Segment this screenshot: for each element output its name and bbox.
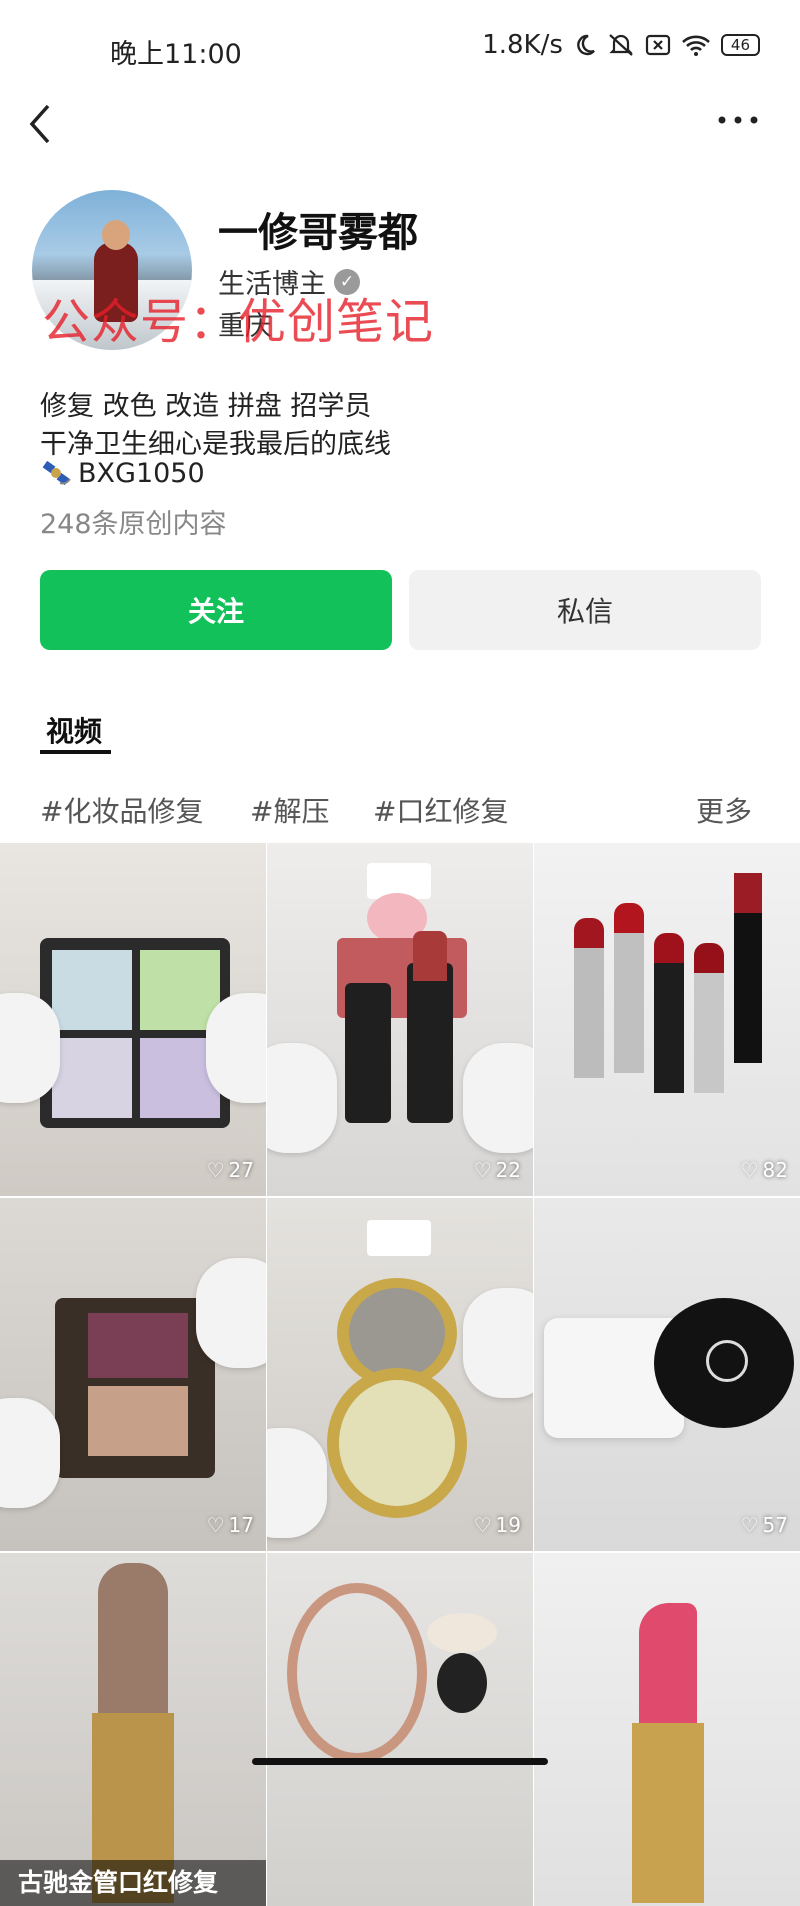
video-thumbnail[interactable]: ♡ 19 bbox=[267, 1198, 533, 1551]
status-time: 晚上11:00 bbox=[110, 39, 242, 70]
like-count: ♡ 19 bbox=[473, 1513, 521, 1537]
more-dots-icon[interactable] bbox=[716, 110, 760, 130]
video-thumbnail[interactable]: ♡ 17 bbox=[0, 1198, 266, 1551]
heart-icon: ♡ bbox=[473, 1513, 492, 1537]
video-thumbnail[interactable]: ♡ 57 bbox=[534, 1198, 800, 1551]
video-thumbnail[interactable]: 古驰金管口红修复 bbox=[0, 1553, 266, 1906]
video-thumbnail[interactable]: ♡ 22 bbox=[267, 843, 533, 1196]
home-indicator[interactable] bbox=[252, 1758, 548, 1765]
video-thumbnail[interactable]: ♡ 27 bbox=[0, 843, 266, 1196]
tag-decompress[interactable]: #解压 bbox=[250, 790, 329, 830]
tab-videos[interactable]: 视频 bbox=[46, 710, 102, 750]
video-thumbnail[interactable]: ♡ 82 bbox=[534, 843, 800, 1196]
chevron-left-icon[interactable] bbox=[22, 102, 62, 146]
heart-icon: ♡ bbox=[740, 1158, 759, 1182]
status-icons: 1.8K/s 46 bbox=[482, 30, 760, 60]
network-speed: 1.8K/s bbox=[482, 30, 563, 60]
video-thumbnail[interactable] bbox=[267, 1553, 533, 1906]
follow-button[interactable]: 关注 bbox=[40, 570, 392, 650]
bio-line-2: 干净卫生细心是我最后的底线 bbox=[40, 429, 391, 460]
like-count: ♡ 17 bbox=[206, 1513, 254, 1537]
like-count: ♡ 27 bbox=[206, 1158, 254, 1182]
heart-icon: ♡ bbox=[740, 1513, 759, 1537]
bio-code: BXG1050 bbox=[78, 458, 205, 489]
video-grid: ♡ 27 ♡ 22 ♡ 82 ♡ 17 ♡ 19 ♡ 57 古驰金管口红修复 bbox=[0, 843, 800, 1906]
like-count: ♡ 22 bbox=[473, 1158, 521, 1182]
battery-icon: 46 bbox=[720, 34, 760, 56]
satellite-icon bbox=[42, 460, 71, 485]
bio-line-3: BXG1050 bbox=[40, 458, 205, 489]
wifi-icon bbox=[682, 35, 710, 56]
profile-name: 一修哥雾都 bbox=[218, 210, 418, 256]
watermark-text: 公众号：优创笔记 bbox=[42, 294, 435, 350]
like-count: ♡ 82 bbox=[740, 1158, 788, 1182]
bio-line-1: 修复 改色 改造 拼盘 招学员 bbox=[40, 391, 372, 422]
heart-icon: ♡ bbox=[206, 1158, 225, 1182]
video-thumbnail[interactable] bbox=[534, 1553, 800, 1906]
mute-icon bbox=[609, 34, 633, 56]
tags-more-button[interactable]: 更多 bbox=[696, 790, 752, 830]
video-caption: 古驰金管口红修复 bbox=[0, 1860, 266, 1906]
tag-lipstick-repair[interactable]: #口红修复 bbox=[373, 790, 508, 830]
no-sim-icon bbox=[645, 34, 671, 56]
like-count: ♡ 57 bbox=[740, 1513, 788, 1537]
moon-icon bbox=[577, 34, 595, 56]
heart-icon: ♡ bbox=[206, 1513, 225, 1537]
tag-cosmetics-repair[interactable]: #化妆品修复 bbox=[40, 790, 203, 830]
tab-underline bbox=[40, 750, 111, 754]
message-button[interactable]: 私信 bbox=[409, 570, 761, 650]
heart-icon: ♡ bbox=[473, 1158, 492, 1182]
original-count: 248条原创内容 bbox=[40, 509, 227, 540]
